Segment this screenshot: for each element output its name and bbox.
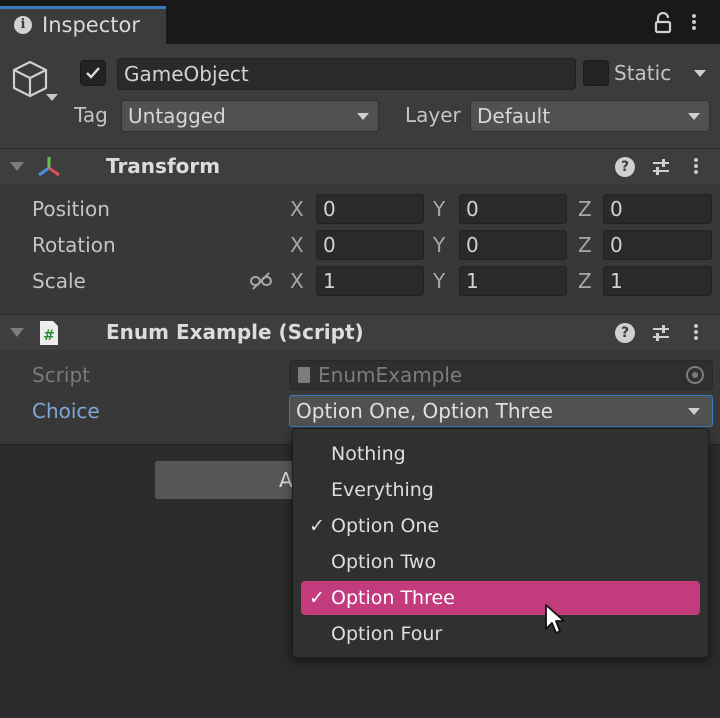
checkmark-icon: ✓ [309,515,325,537]
static-dropdown-icon[interactable] [694,70,706,77]
option-label: Option Three [331,587,455,609]
kebab-menu-icon[interactable] [690,12,698,34]
choice-options-popup: Nothing Everything ✓ Option One Option T… [292,428,709,658]
position-x-field[interactable]: 0 [316,194,424,224]
option-label: Option Four [331,623,443,645]
scale-z-field[interactable]: 1 [603,266,712,296]
object-picker-icon[interactable] [686,366,704,384]
mouse-cursor-icon [545,604,565,634]
tag-label: Tag [74,103,108,127]
script-object-field[interactable]: EnumExample [289,360,713,390]
active-checkbox[interactable] [80,60,106,86]
scale-label: Scale [32,269,86,293]
lock-icon[interactable] [652,12,674,34]
transform-header[interactable]: Transform ? [0,148,720,184]
option-label: Nothing [331,443,406,465]
option-nothing[interactable]: Nothing [301,437,700,471]
kebab-menu-icon[interactable] [692,156,700,178]
script-component-header[interactable]: # Enum Example (Script) ? [0,314,720,350]
script-asset-icon [298,367,310,383]
rotation-z-field[interactable]: 0 [603,230,712,260]
layer-chevron-icon [688,113,700,120]
checkmark-icon: ✓ [309,587,325,609]
choice-chevron-icon [688,408,700,415]
tag-chevron-icon [357,113,369,120]
layer-value: Default [477,104,551,128]
tab-inspector[interactable]: i Inspector [0,6,166,44]
kebab-menu-icon[interactable] [692,322,700,344]
choice-label: Choice [32,399,100,423]
choice-value: Option One, Option Three [296,399,553,423]
axis-y-label[interactable]: Y [433,269,445,293]
option-one[interactable]: ✓ Option One [301,509,700,543]
csharp-script-icon: # [40,321,58,345]
option-label: Option One [331,515,440,537]
tag-dropdown[interactable]: Untagged [121,100,379,132]
constrain-proportions-icon[interactable] [249,271,273,291]
rotation-label: Rotation [32,233,116,257]
option-everything[interactable]: Everything [301,473,700,507]
axis-y-label[interactable]: Y [433,197,445,221]
transform-icon [38,157,60,177]
gameobject-icon[interactable] [10,58,50,102]
layer-dropdown[interactable]: Default [470,100,710,132]
static-label: Static [614,61,672,85]
axis-x-label[interactable]: X [290,269,304,293]
axis-z-label[interactable]: Z [578,197,592,221]
choice-dropdown[interactable]: Option One, Option Three [289,395,713,427]
help-icon[interactable]: ? [615,157,635,177]
tab-bar: i Inspector [0,0,720,44]
tab-title: Inspector [42,13,140,37]
scale-x-field[interactable]: 1 [316,266,424,296]
option-label: Everything [331,479,434,501]
axis-x-label[interactable]: X [290,197,304,221]
rotation-y-field[interactable]: 0 [459,230,567,260]
foldout-arrow-icon[interactable] [10,162,24,171]
axis-z-label[interactable]: Z [578,269,592,293]
presets-icon[interactable] [650,156,672,178]
icon-dropdown-arrow-icon[interactable] [46,94,58,101]
option-two[interactable]: Option Two [301,545,700,579]
tag-value: Untagged [128,104,226,128]
position-z-field[interactable]: 0 [603,194,712,224]
transform-title: Transform [106,154,221,178]
axis-z-label[interactable]: Z [578,233,592,257]
position-label: Position [32,197,110,221]
transform-body: Position X 0 Y 0 Z 0 Rotation X 0 Y 0 Z … [0,185,720,313]
layer-label: Layer [405,103,461,127]
gameobject-name-field[interactable]: GameObject [117,58,576,90]
script-component-title: Enum Example (Script) [106,320,364,344]
position-y-field[interactable]: 0 [459,194,567,224]
script-value: EnumExample [318,363,463,387]
option-label: Option Two [331,551,437,573]
option-four[interactable]: Option Four [301,617,700,651]
axis-x-label[interactable]: X [290,233,304,257]
info-icon: i [14,16,32,34]
axis-y-label[interactable]: Y [433,233,445,257]
presets-icon[interactable] [650,322,672,344]
checkmark-icon [86,67,100,79]
script-label: Script [32,363,91,387]
add-component-label: A [279,468,293,492]
option-three[interactable]: ✓ Option Three [301,581,700,615]
static-checkbox[interactable] [583,60,609,86]
scale-y-field[interactable]: 1 [459,266,567,296]
help-icon[interactable]: ? [615,323,635,343]
foldout-arrow-icon[interactable] [10,328,24,337]
svg-text:#: # [43,328,55,344]
rotation-x-field[interactable]: 0 [316,230,424,260]
